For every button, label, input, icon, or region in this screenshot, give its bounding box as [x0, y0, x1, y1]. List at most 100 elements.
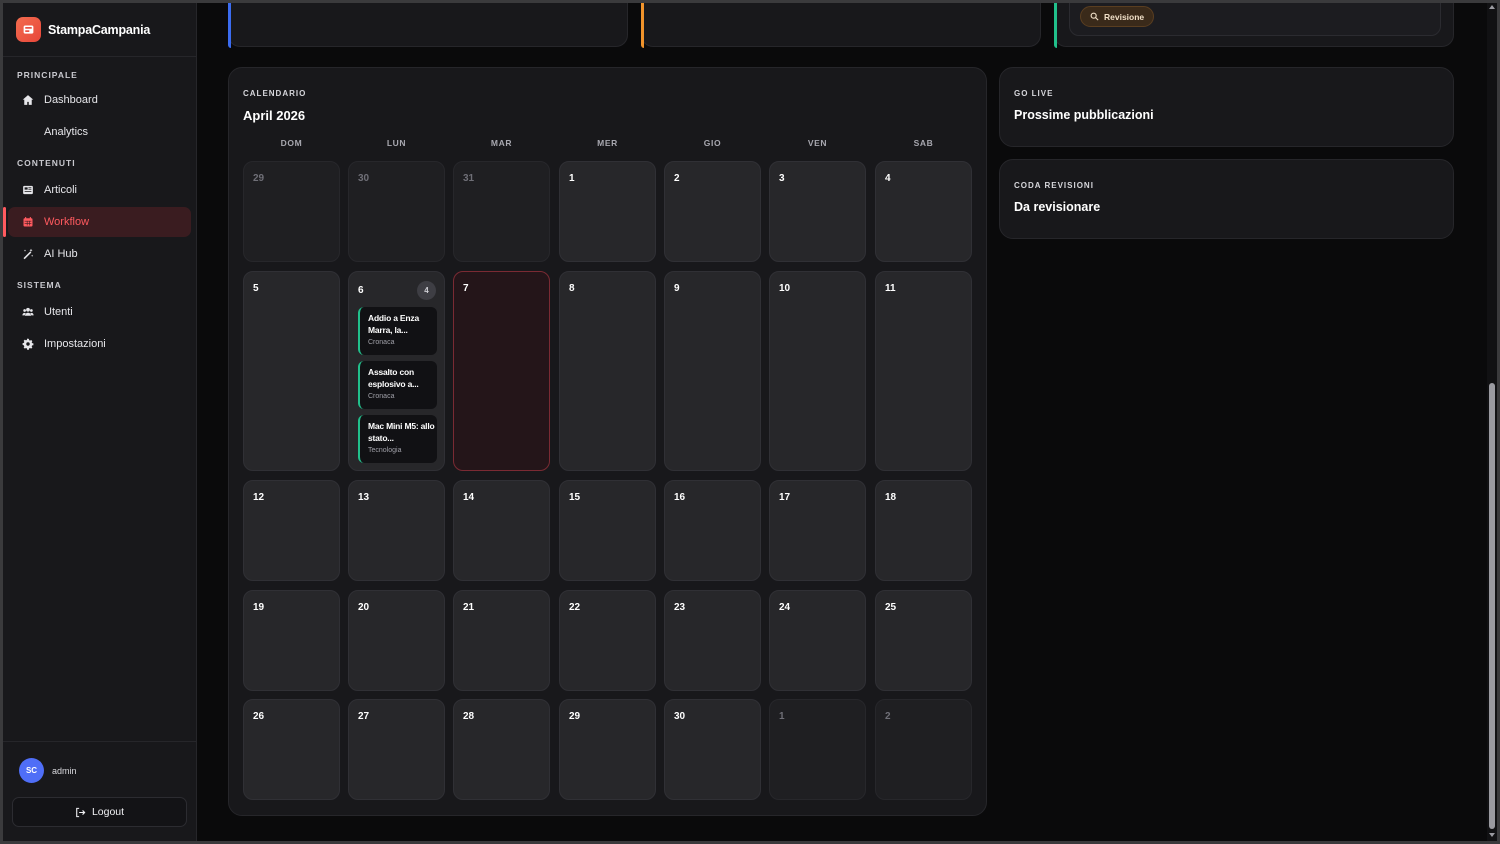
day-number: 13 — [358, 492, 370, 503]
day-number: 1 — [779, 711, 785, 722]
day-number: 25 — [885, 602, 897, 613]
sidebar-item-utenti[interactable]: Utenti — [8, 297, 191, 327]
go-live-card: GO LIVE Prossime pubblicazioni — [999, 67, 1454, 147]
sidebar-item-label: Impostazioni — [44, 338, 106, 350]
day-number: 16 — [674, 492, 686, 503]
day-number: 14 — [463, 492, 475, 503]
calendar-day[interactable]: 18 — [875, 480, 972, 581]
brand[interactable]: StampaCampania — [3, 3, 196, 57]
calendar-day[interactable]: 4 — [875, 161, 972, 262]
calendar-day[interactable]: 15 — [559, 480, 656, 581]
scrollbar-thumb[interactable] — [1489, 383, 1495, 829]
calendar-event[interactable]: Mac Mini M5: allo stato... Tecnologia — [358, 415, 437, 463]
calendar-day[interactable]: 30 — [664, 699, 761, 800]
calendar-event[interactable]: Addio a Enza Marra, la... Cronaca — [358, 307, 437, 355]
scroll-down-arrow-icon[interactable] — [1489, 833, 1495, 837]
home-icon — [20, 94, 36, 106]
day-number: 15 — [569, 492, 581, 503]
sidebar-item-label: Dashboard — [44, 94, 98, 106]
sidebar-item-analytics[interactable]: Analytics — [8, 117, 191, 147]
day-number: 4 — [885, 173, 891, 184]
day-number: 21 — [463, 602, 475, 613]
calendar-day[interactable]: 17 — [769, 480, 866, 581]
calendar-day[interactable]: 29 — [559, 699, 656, 800]
event-category: Cronaca — [368, 339, 395, 346]
user-profile[interactable]: SC admin — [3, 742, 197, 783]
nav-section-sistema: SISTEMA — [17, 280, 62, 290]
calendar-day[interactable]: 6 4 Addio a Enza Marra, la... Cronaca Assalt… — [348, 271, 445, 471]
calendar-day[interactable]: 21 — [453, 590, 550, 691]
calendar-day[interactable]: 3 — [769, 161, 866, 262]
calendar-day[interactable]: 30 — [348, 161, 445, 262]
calendar-event[interactable]: Assalto con esplosivo a... Cronaca — [358, 361, 437, 409]
calendar-day[interactable]: 20 — [348, 590, 445, 691]
day-number: 2 — [674, 173, 680, 184]
sidebar-item-label: Articoli — [44, 184, 78, 196]
sidebar-item-workflow[interactable]: Workflow — [3, 207, 191, 237]
go-live-title: Prossime pubblicazioni — [1014, 108, 1154, 122]
sidebar: StampaCampania PRINCIPALE Dashboard Anal… — [3, 3, 197, 841]
sidebar-item-articoli[interactable]: Articoli — [8, 175, 191, 205]
weekday-header: VEN — [807, 138, 828, 148]
day-number: 19 — [253, 602, 265, 613]
review-status-label: Revisione — [1104, 11, 1145, 22]
day-number: 9 — [674, 283, 680, 294]
calendar-day[interactable]: 2 — [875, 699, 972, 800]
weekday-header: DOM — [280, 138, 303, 148]
calendar-day[interactable]: 10 — [769, 271, 866, 471]
brand-logo-icon — [16, 17, 41, 42]
calendar-day[interactable]: 24 — [769, 590, 866, 691]
calendar-day[interactable]: 26 — [243, 699, 340, 800]
calendar-day[interactable]: 9 — [664, 271, 761, 471]
weekday-header: GIO — [703, 138, 722, 148]
users-icon — [20, 306, 36, 318]
logout-icon — [76, 807, 86, 817]
logout-button[interactable]: Logout — [12, 797, 187, 827]
sidebar-item-label: Workflow — [44, 216, 90, 228]
review-status-pill[interactable]: Revisione — [1080, 6, 1155, 27]
app-window: StampaCampania PRINCIPALE Dashboard Anal… — [3, 3, 1497, 841]
day-number: 30 — [674, 711, 686, 722]
calendar-day[interactable]: 25 — [875, 590, 972, 691]
calendar-day[interactable]: 8 — [559, 271, 656, 471]
event-title: Addio a Enza Marra, la... — [368, 313, 419, 335]
calendar-day-today[interactable]: 7 — [453, 271, 550, 471]
day-number: 7 — [463, 283, 469, 294]
weekday-header: MER — [597, 138, 618, 148]
sidebar-item-dashboard[interactable]: Dashboard — [8, 85, 191, 115]
day-number: 1 — [569, 173, 575, 184]
calendar-day[interactable]: 12 — [243, 480, 340, 581]
nav-section-contenuti: CONTENUTI — [17, 158, 76, 168]
calendar-day[interactable]: 19 — [243, 590, 340, 691]
calendar-day[interactable]: 5 — [243, 271, 340, 471]
sidebar-item-ai-hub[interactable]: AI Hub — [8, 239, 191, 269]
sidebar-footer: SC admin Logout — [3, 741, 197, 841]
event-category: Cronaca — [368, 393, 395, 400]
event-title: Assalto con esplosivo a... — [368, 367, 419, 389]
calendar-day[interactable]: 31 — [453, 161, 550, 262]
calendar-day[interactable]: 1 — [769, 699, 866, 800]
calendar-day[interactable]: 1 — [559, 161, 656, 262]
sidebar-item-label: Analytics — [44, 126, 89, 138]
calendar-day[interactable]: 14 — [453, 480, 550, 581]
stat-card-2 — [641, 3, 1041, 48]
calendar-day[interactable]: 28 — [453, 699, 550, 800]
go-live-eyebrow: GO LIVE — [1014, 89, 1054, 98]
calendar-day[interactable]: 23 — [664, 590, 761, 691]
review-item[interactable]: Revisione — [1069, 3, 1441, 36]
day-number: 18 — [885, 492, 897, 503]
calendar-day[interactable]: 2 — [664, 161, 761, 262]
calendar-day[interactable]: 11 — [875, 271, 972, 471]
calendar-day[interactable]: 27 — [348, 699, 445, 800]
calendar-day[interactable]: 22 — [559, 590, 656, 691]
calendar-day[interactable]: 13 — [348, 480, 445, 581]
scroll-up-arrow-icon[interactable] — [1489, 5, 1495, 9]
day-number: 29 — [253, 173, 265, 184]
sidebar-item-impostazioni[interactable]: Impostazioni — [8, 329, 191, 359]
calendar-day[interactable]: 16 — [664, 480, 761, 581]
calendar-day[interactable]: 29 — [243, 161, 340, 262]
user-name: admin — [52, 765, 77, 776]
day-number: 2 — [885, 711, 891, 722]
sidebar-item-label: Utenti — [44, 306, 73, 318]
day-number: 28 — [463, 711, 475, 722]
